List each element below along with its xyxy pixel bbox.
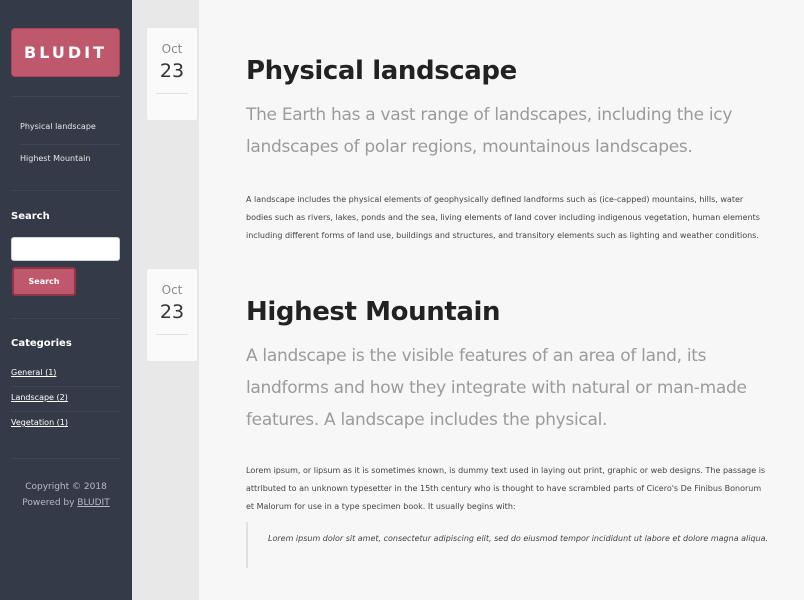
post-body: A landscape includes the physical elemen…: [246, 195, 760, 240]
sidebar-item-highest-mountain[interactable]: Highest Mountain: [20, 154, 90, 163]
site-logo-button[interactable]: BLUDIT: [11, 28, 120, 77]
footer-powered-label: Powered by: [22, 498, 78, 508]
sidebar-divider: [11, 190, 120, 191]
blockquote-text: Lorem ipsum dolor sit amet, consectetur …: [268, 534, 769, 543]
post-date-month: Oct: [161, 283, 183, 297]
post-date-day: 23: [159, 301, 185, 323]
post-date-day: 23: [159, 60, 185, 82]
category-link-vegetation[interactable]: Vegetation (1): [11, 418, 68, 427]
footer-powered: Powered by BLUDIT: [0, 498, 132, 508]
date-divider: [156, 93, 188, 94]
sidebar-divider: [11, 411, 120, 412]
sidebar-divider: [11, 386, 120, 387]
post-title-link[interactable]: Highest Mountain: [246, 297, 501, 327]
category-link-landscape[interactable]: Landscape (2): [11, 393, 68, 402]
sidebar-divider: [11, 458, 120, 459]
post-date-badge: Oct 23: [147, 28, 197, 120]
post-lead: The Earth has a vast range of landscapes…: [246, 105, 733, 157]
footer-copyright: Copyright © 2018: [25, 482, 107, 492]
search-button[interactable]: Search: [12, 267, 76, 296]
search-heading: Search: [11, 211, 50, 222]
sidebar-divider: [20, 144, 120, 145]
sidebar-item-physical-landscape[interactable]: Physical landscape: [20, 122, 96, 131]
post-title-link[interactable]: Physical landscape: [246, 56, 517, 86]
search-input[interactable]: [11, 237, 120, 261]
sidebar-divider: [11, 318, 120, 319]
post-date-month: Oct: [161, 42, 183, 56]
post-lead: A landscape is the visible features of a…: [246, 346, 747, 430]
post-date-badge: Oct 23: [147, 269, 197, 361]
category-link-general[interactable]: General (1): [11, 368, 56, 377]
post-body: Lorem ipsum, or lipsum as it is sometime…: [246, 466, 766, 511]
blockquote: Lorem ipsum dolor sit amet, consectetur …: [246, 522, 769, 568]
sidebar: BLUDIT Physical landscape Highest Mounta…: [0, 0, 132, 600]
categories-heading: Categories: [11, 338, 72, 349]
sidebar-divider: [11, 96, 120, 97]
bludit-link[interactable]: BLUDIT: [77, 498, 109, 508]
date-divider: [156, 334, 188, 335]
